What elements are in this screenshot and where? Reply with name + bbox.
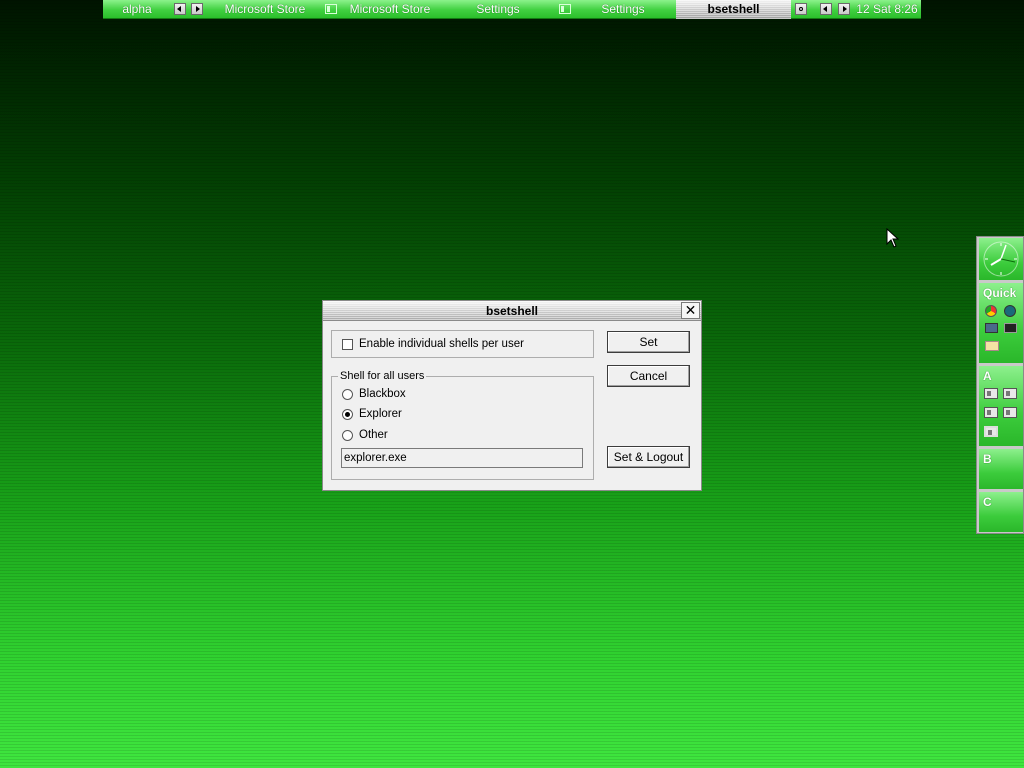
workspace-next-button[interactable]	[191, 3, 203, 15]
shell-command-field[interactable]: explorer.exe	[341, 448, 583, 468]
window-icon[interactable]	[984, 407, 998, 418]
slit-section-label: C	[983, 495, 992, 509]
arrow-right-icon	[196, 6, 200, 12]
set-button[interactable]: Set	[607, 331, 690, 353]
circle-icon	[799, 7, 803, 11]
window-icon[interactable]	[984, 426, 998, 437]
folder-icon[interactable]	[985, 341, 999, 351]
close-button[interactable]: ✕	[681, 302, 700, 319]
slit-section-a: A	[979, 366, 1023, 446]
slit-panel: Quick A B C	[976, 236, 1024, 534]
slit-section-label: B	[983, 452, 992, 466]
window-icon[interactable]	[1003, 407, 1017, 418]
cancel-button[interactable]: Cancel	[607, 365, 690, 387]
window-next-button[interactable]	[838, 3, 850, 15]
radio-other-label[interactable]: Other	[359, 428, 388, 442]
terminal-icon[interactable]	[1004, 323, 1017, 333]
radio-explorer-label[interactable]: Explorer	[359, 407, 402, 421]
edge-icon[interactable]	[1004, 305, 1016, 317]
radio-blackbox[interactable]	[342, 389, 353, 400]
slit-section-b: B	[979, 449, 1023, 489]
workspace-prev-button[interactable]	[174, 3, 186, 15]
individual-shells-label[interactable]: Enable individual shells per user	[359, 337, 524, 351]
arrow-right-icon	[843, 6, 847, 12]
slit-section-c: C	[979, 492, 1023, 532]
slit-section-label: A	[983, 369, 992, 383]
window-prev-button[interactable]	[820, 3, 832, 15]
clock-widget[interactable]	[979, 238, 1023, 280]
workspace-label[interactable]: alpha	[103, 0, 171, 19]
dialog-title[interactable]: bsetshell	[323, 301, 701, 321]
individual-shells-checkbox[interactable]	[342, 339, 353, 350]
radio-other[interactable]	[342, 430, 353, 441]
chrome-icon[interactable]	[985, 305, 997, 317]
radio-blackbox-label[interactable]: Blackbox	[359, 387, 406, 401]
set-logout-button[interactable]: Set & Logout	[607, 446, 690, 468]
arrow-left-icon	[177, 6, 181, 12]
task-settings-2[interactable]: Settings	[573, 0, 673, 19]
shell-group-legend: Shell for all users	[338, 369, 427, 383]
window-icon	[325, 4, 337, 14]
task-settings-1[interactable]: Settings	[445, 0, 551, 19]
window-icon[interactable]	[984, 388, 998, 399]
task-microsoft-store-1[interactable]: Microsoft Store	[209, 0, 321, 19]
toolbar-clock[interactable]: 12 Sat 8:26	[855, 0, 919, 19]
task-microsoft-store-2[interactable]: Microsoft Store	[339, 0, 441, 19]
slit-section-quick: Quick	[979, 283, 1023, 363]
window-options-button[interactable]	[795, 3, 807, 15]
task-bsetshell-active[interactable]: bsetshell	[676, 0, 791, 19]
blackbox-toolbar: alpha Microsoft Store Microsoft Store Se…	[103, 0, 921, 19]
radio-explorer[interactable]	[342, 409, 353, 420]
window-icon	[559, 4, 571, 14]
close-icon: ✕	[684, 302, 697, 318]
slit-section-label: Quick	[983, 286, 1017, 300]
arrow-left-icon	[823, 6, 827, 12]
desktop-icon[interactable]	[985, 323, 998, 333]
window-icon[interactable]	[1003, 388, 1017, 399]
mouse-cursor-icon	[886, 228, 900, 248]
analog-clock-icon	[983, 241, 1019, 277]
